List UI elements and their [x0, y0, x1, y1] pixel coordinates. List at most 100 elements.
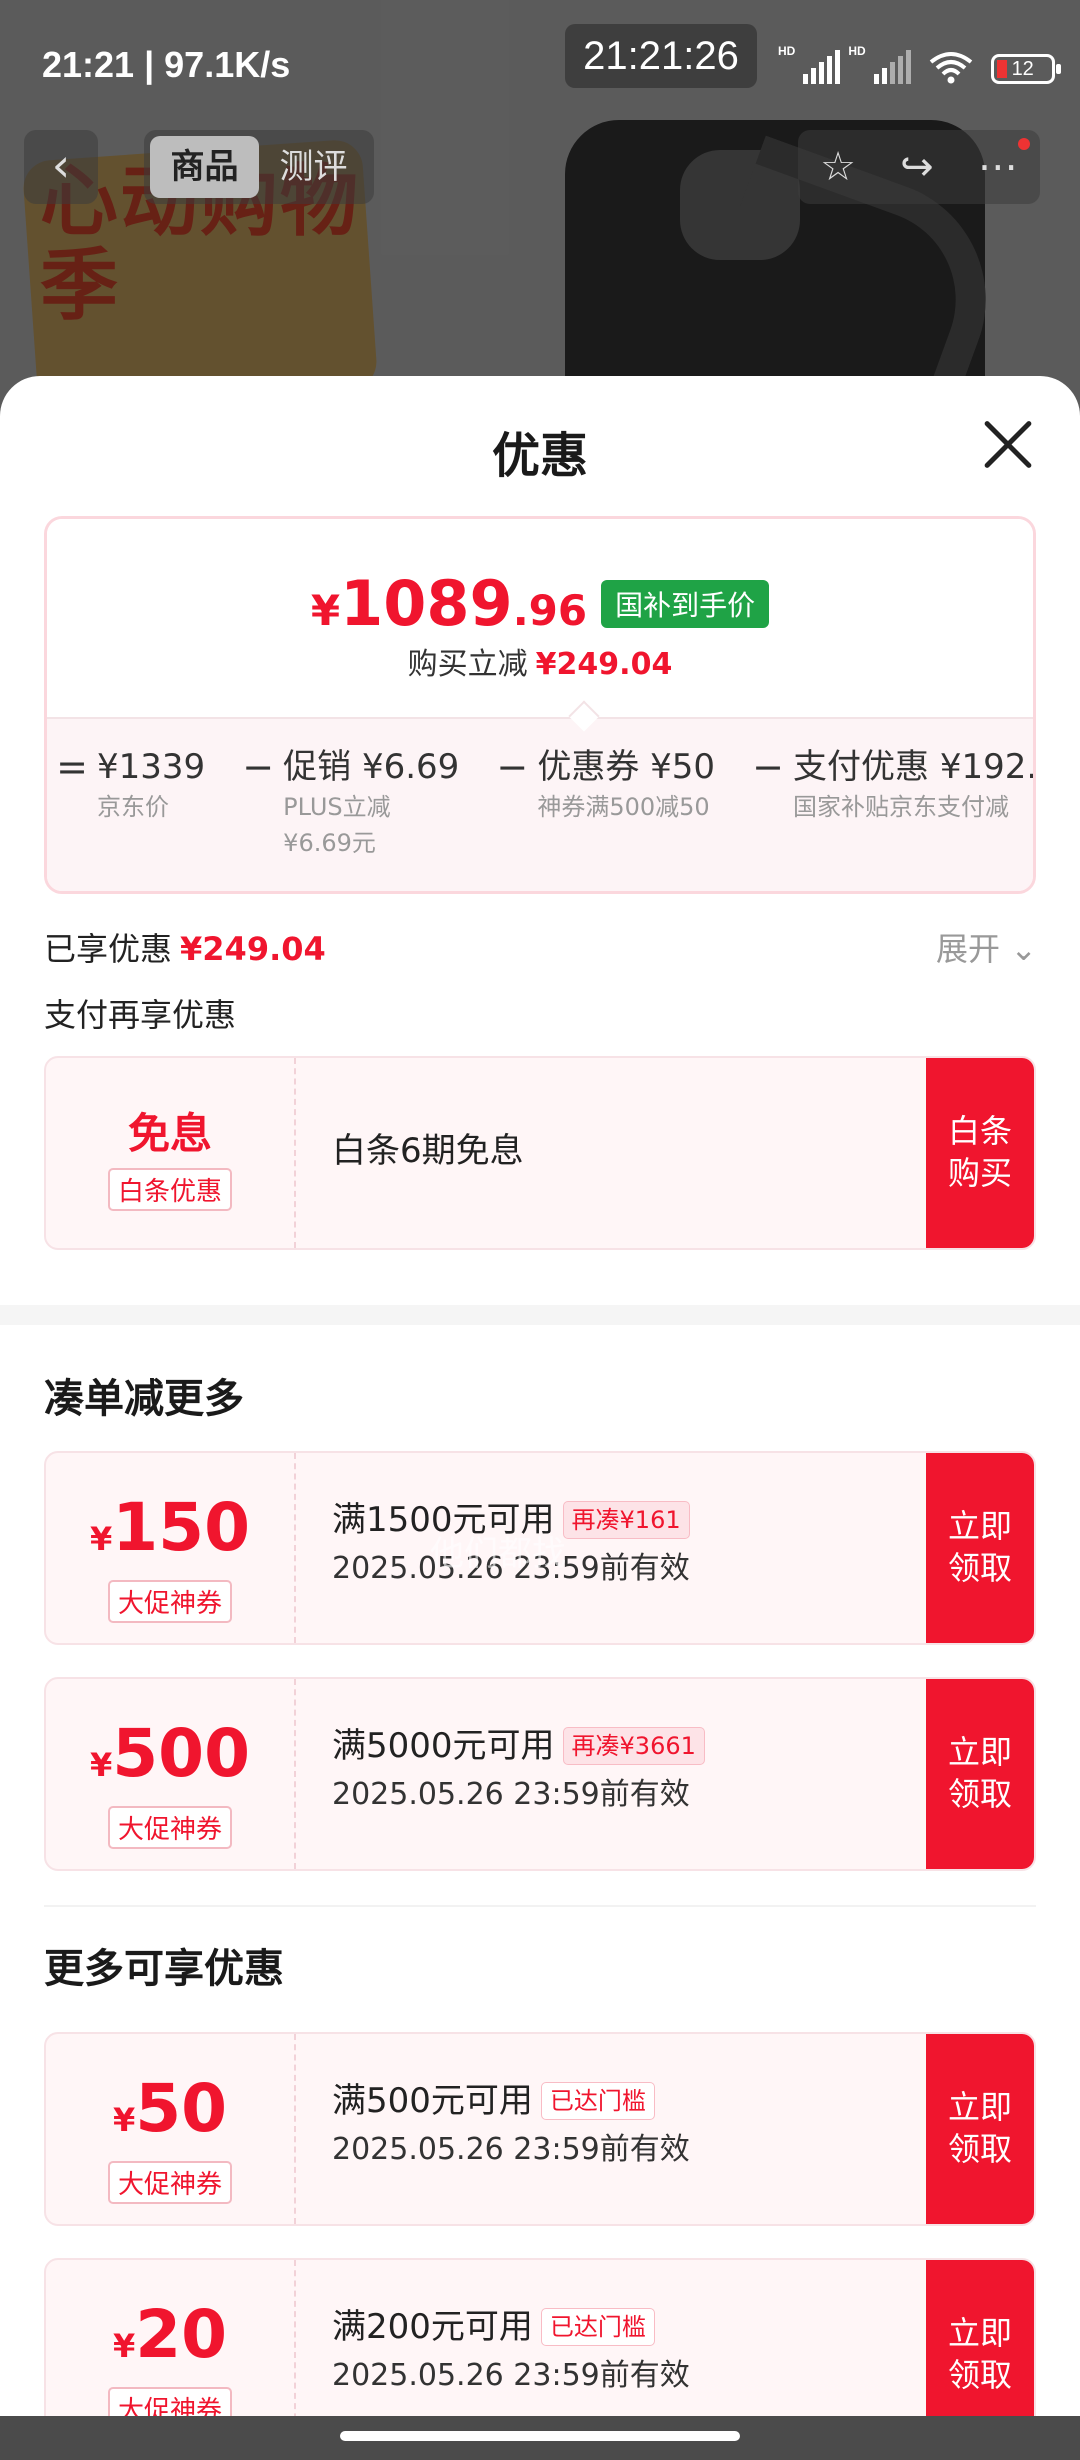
breakdown-sub: 神券满500减50: [537, 793, 710, 821]
baitiao-amount: 免息: [127, 1109, 212, 1158]
section-title-more: 更多可享优惠: [44, 1946, 284, 1992]
coupon-card: ¥500 大促神券 满5000元可用 再凑¥3661 2025.05.26 23:…: [44, 1677, 1036, 1871]
status-icons: HD HD 12: [778, 44, 1061, 84]
expand-label: 展开: [936, 930, 1001, 968]
breakdown-sub: 国家补贴京东支付减: [793, 793, 1010, 821]
final-price-decimal: .96: [512, 586, 588, 635]
section-title-combo: 凑单减更多: [44, 1376, 244, 1422]
final-price: ¥ 1089 .96 国补到手价: [47, 567, 1033, 640]
expand-button[interactable]: 展开 ⌄: [936, 924, 1037, 970]
coupon-badge: 大促神券: [107, 1580, 232, 1623]
enjoyed-value: ¥249.04: [180, 930, 326, 968]
breakdown-label: 促销 ¥6.69: [283, 747, 460, 787]
more-icon[interactable]: ⋯: [978, 144, 1018, 190]
coupon-tag: 再凑¥3661: [562, 1727, 705, 1765]
coupon-currency: ¥: [89, 1520, 113, 1558]
discount-sheet: 优惠 ¥ 1089 .96 国补到手价 购买立减 ¥249.04 = ¥1339 …: [0, 376, 1080, 2460]
coupon-left: ¥150 大促神券: [46, 1453, 296, 1643]
product-page-background: 心动购物季 21:21 | 97.1K/s 21:21:26 HD HD 12 …: [0, 0, 1080, 420]
breakdown-sub: 京东价: [97, 793, 169, 821]
section-divider-thin: [44, 1905, 1036, 1907]
claim-button[interactable]: 立即 领取: [926, 1453, 1034, 1643]
price-summary-top: ¥ 1089 .96 国补到手价 购买立减 ¥249.04: [47, 519, 1033, 719]
price-breakdown: = ¥1339 京东价 − 促销 ¥6.69 PLUS立减 ¥6.69元 − 优…: [47, 717, 1033, 891]
baitiao-buy-button[interactable]: 白条 购买: [926, 1058, 1034, 1248]
status-bar: 21:21 | 97.1K/s 21:21:26 HD HD 12: [0, 0, 1080, 132]
coupon-mid: 满1500元可用 再凑¥161 2025.05.26 23:59前有效: [332, 1495, 892, 1593]
coupon-date: 2025.05.26 23:59前有效: [332, 1777, 690, 1812]
enjoyed-label: 已享优惠: [44, 930, 173, 968]
favorite-star-icon[interactable]: ☆: [820, 144, 856, 190]
coupon-currency: ¥: [89, 1746, 113, 1784]
coupon-mid: 白条6期免息: [332, 1126, 892, 1176]
coupon-left: ¥500 大促神券: [46, 1679, 296, 1869]
claim-button-line1: 立即: [947, 2314, 1012, 2352]
price-summary-card: ¥ 1089 .96 国补到手价 购买立减 ¥249.04 = ¥1339 京东价…: [44, 516, 1036, 894]
signal-icon: [803, 50, 841, 84]
hd-label: HD: [778, 44, 796, 58]
final-price-integer: 1089: [340, 567, 513, 640]
claim-button[interactable]: 立即 领取: [926, 1679, 1034, 1869]
share-icon[interactable]: ↪: [900, 144, 934, 190]
coupon-left: 免息 白条优惠: [46, 1058, 296, 1248]
coupon-date: 2025.05.26 23:59前有效: [332, 1551, 690, 1586]
coupon-amount: ¥20: [46, 2300, 294, 2381]
breakdown-sub: PLUS立减: [283, 793, 391, 821]
breakdown-op: −: [242, 745, 275, 789]
coupon-amount: ¥500: [46, 1719, 294, 1800]
close-icon[interactable]: [980, 416, 1036, 472]
buy-reduce-line: 购买立减 ¥249.04: [47, 639, 1033, 683]
subsidy-price-badge: 国补到手价: [601, 579, 770, 628]
battery-icon: 12: [990, 54, 1061, 84]
notification-dot: [1018, 138, 1030, 150]
coupon-tag: 已达门槛: [540, 2308, 655, 2346]
baitiao-button-line1: 白条: [947, 1112, 1012, 1150]
breakdown-op: −: [752, 745, 784, 789]
breakdown-item-jd-price: ¥1339 京东价: [97, 745, 205, 861]
baitiao-button-line2: 购买: [947, 1154, 1012, 1192]
gesture-bar: [0, 2416, 1080, 2460]
back-button[interactable]: ‹: [24, 130, 98, 204]
watermark: 他们都找: [430, 1534, 566, 1574]
coupon-value: 500: [112, 1715, 251, 1792]
sheet-title: 优惠: [491, 428, 588, 484]
tab-review[interactable]: 测评: [259, 136, 368, 198]
claim-button-line1: 立即: [947, 2088, 1012, 2126]
coupon-amount: ¥150: [46, 1493, 294, 1574]
baitiao-badge: 白条优惠: [107, 1168, 232, 1211]
coupon-tag: 已达门槛: [540, 2082, 655, 2120]
price-breakdown-row: = ¥1339 京东价 − 促销 ¥6.69 PLUS立减 ¥6.69元 − 优…: [47, 745, 1033, 861]
coupon-amount: ¥50: [46, 2074, 294, 2155]
claim-button-line1: 立即: [947, 1507, 1012, 1545]
claim-button[interactable]: 立即 领取: [926, 2034, 1034, 2224]
buy-reduce-label: 购买立减: [407, 647, 528, 682]
tab-goods[interactable]: 商品: [150, 136, 259, 198]
breakdown-label: 支付优惠 ¥192.35: [793, 747, 1033, 787]
top-tabs: 商品 测评: [144, 130, 374, 204]
coupon-value: 150: [112, 1489, 251, 1566]
claim-button-line2: 领取: [947, 2130, 1012, 2168]
coupon-value: 50: [135, 2070, 228, 2147]
wifi-icon: [929, 52, 972, 84]
top-right-actions: ☆ ↪ ⋯: [798, 130, 1040, 204]
coupon-condition-line: 满1500元可用 再凑¥161: [332, 1495, 892, 1545]
coupon-condition-line: 满5000元可用 再凑¥3661: [332, 1721, 892, 1771]
breakdown-item-coupon: 优惠券 ¥50 神券满500减50: [537, 745, 715, 861]
coupon-condition-line: 满200元可用 已达门槛: [332, 2302, 892, 2352]
status-time-speed: 21:21 | 97.1K/s: [42, 44, 291, 85]
coupon-mid: 满5000元可用 再凑¥3661 2025.05.26 23:59前有效: [332, 1721, 892, 1819]
final-price-currency: ¥: [310, 586, 341, 635]
coupon-condition: 满200元可用: [332, 2307, 533, 2347]
section-divider: [0, 1305, 1080, 1325]
coupon-condition-line: 满500元可用 已达门槛: [332, 2076, 892, 2126]
buy-reduce-value: ¥249.04: [535, 647, 673, 682]
claim-button-line1: 立即: [947, 1733, 1012, 1771]
coupon-date: 2025.05.26 23:59前有效: [332, 2358, 690, 2393]
baitiao-condition: 白条6期免息: [332, 1131, 524, 1171]
breakdown-op: −: [496, 745, 529, 789]
coupon-condition: 满5000元可用: [332, 1726, 555, 1766]
home-indicator[interactable]: [340, 2431, 740, 2441]
pay-tip: 支付再享优惠: [44, 996, 237, 1034]
coupon-tag: 再凑¥161: [562, 1501, 690, 1539]
coupon-badge: 大促神券: [107, 2161, 232, 2204]
